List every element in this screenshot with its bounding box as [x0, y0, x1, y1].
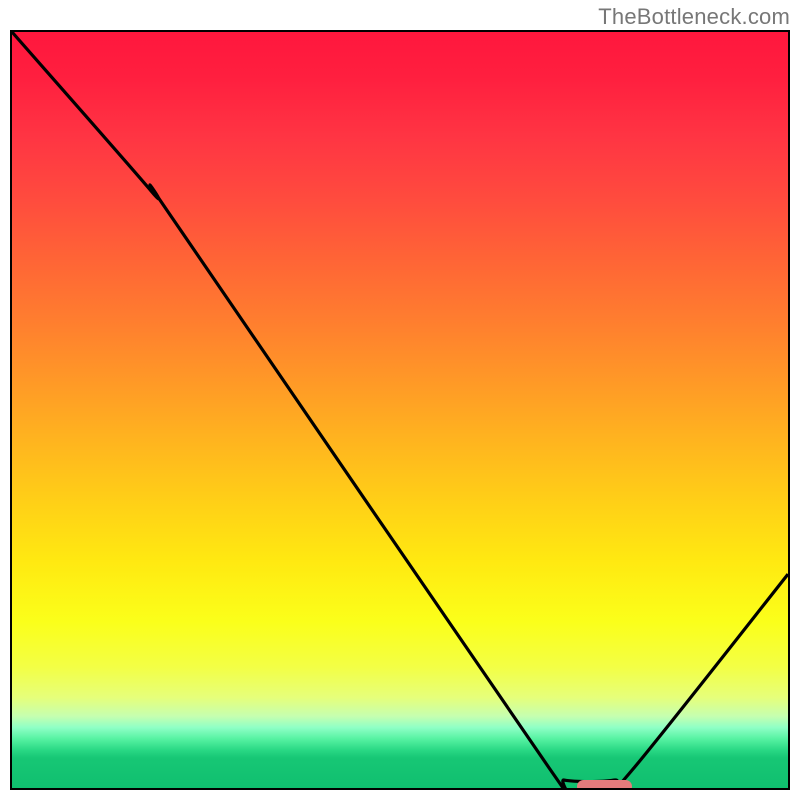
optimum-marker — [577, 780, 632, 790]
watermark-text: TheBottleneck.com — [598, 4, 790, 30]
curve-svg — [12, 32, 788, 788]
plot-area — [10, 30, 790, 790]
chart-container: TheBottleneck.com — [0, 0, 800, 800]
bottleneck-curve-path — [12, 32, 788, 788]
